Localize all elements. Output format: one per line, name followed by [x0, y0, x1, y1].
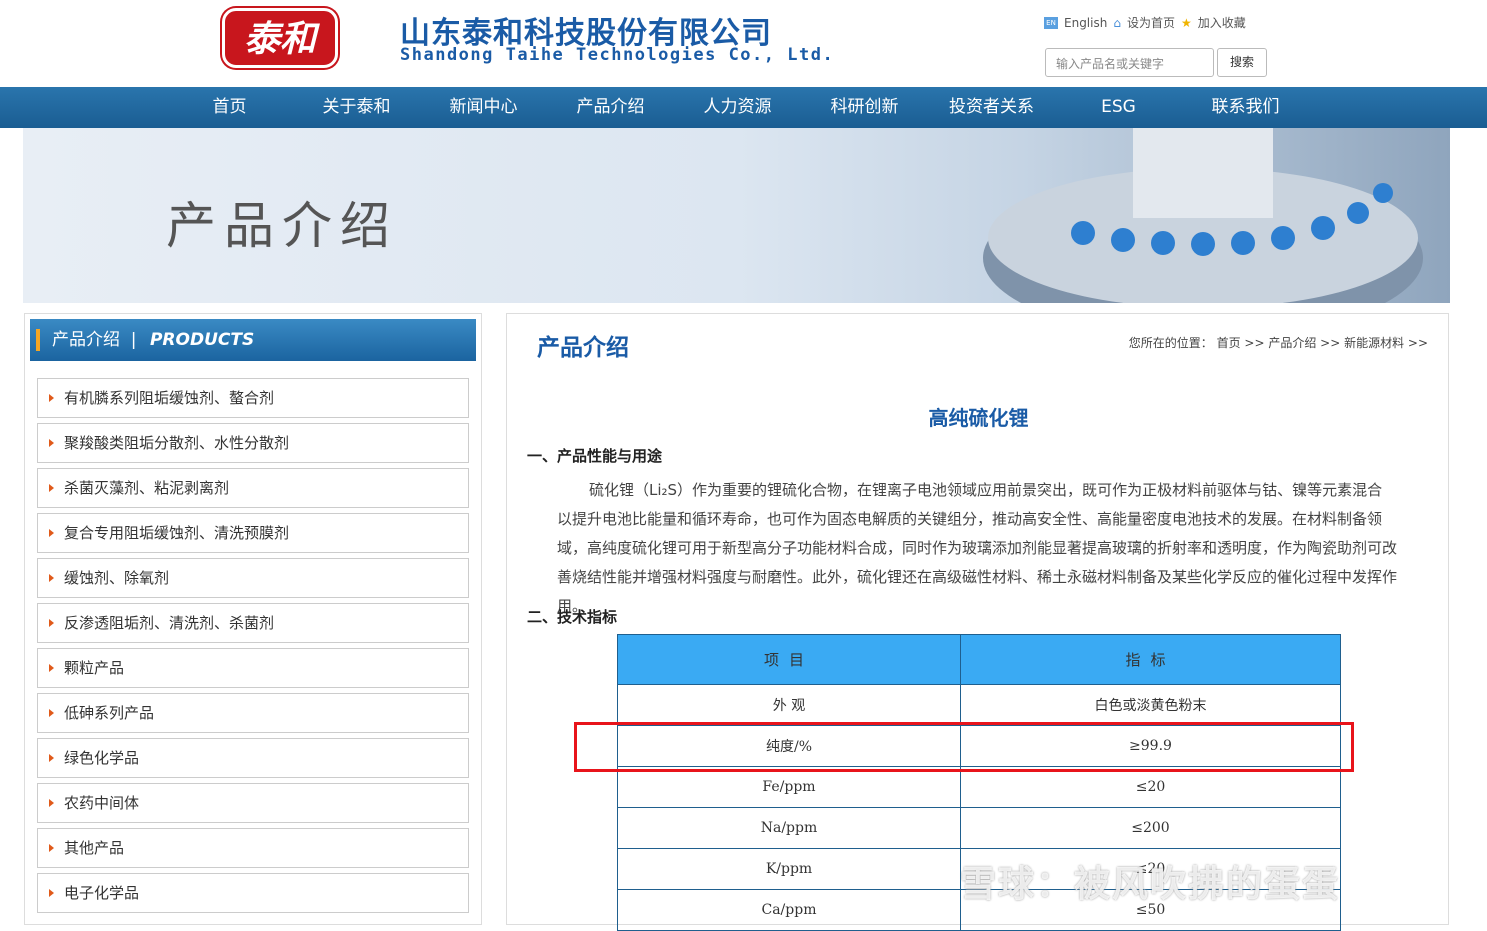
home-icon: ⌂	[1113, 15, 1121, 30]
header-spec: 指标	[960, 634, 1341, 685]
nav-contact[interactable]: 联系我们	[1182, 87, 1309, 128]
star-icon: ★	[1180, 15, 1192, 30]
main-content: 产品介绍 您所在的位置： 首页 >> 产品介绍 >> 新能源材料 >> 高纯硫化…	[506, 313, 1449, 931]
sidebar-title-en: PRODUCTS	[149, 330, 255, 350]
english-flag-icon: EN	[1044, 16, 1058, 29]
product-title: 高纯硫化锂	[928, 406, 1029, 430]
nav-home[interactable]: 首页	[166, 87, 293, 128]
main-nav: 首页 关于泰和 新闻中心 产品介绍 人力资源 科研创新 投资者关系 ESG 联系…	[0, 87, 1487, 128]
table-row: Na/ppm ≤200	[617, 807, 1341, 849]
sidebar-item[interactable]: 杀菌灭藻剂、粘泥剥离剂	[37, 468, 469, 508]
sidebar-item[interactable]: 电子化学品	[37, 873, 469, 913]
set-homepage-link[interactable]: 设为首页	[1127, 14, 1175, 31]
table-row: Fe/ppm ≤20	[617, 766, 1341, 808]
add-favorite-link[interactable]: 加入收藏	[1198, 14, 1246, 31]
search-input[interactable]: 输入产品名或关键字	[1045, 48, 1214, 77]
section-heading-usage: 一、产品性能与用途	[527, 447, 663, 465]
cell: K/ppm	[617, 848, 961, 890]
cell: Na/ppm	[617, 807, 961, 849]
table-header-row: 项目 指标	[617, 634, 1341, 685]
cell: 白色或淡黄色粉末	[960, 684, 1341, 726]
sidebar-item[interactable]: 其他产品	[37, 828, 469, 868]
highlight-annotation-box	[574, 722, 1354, 772]
cell: 外 观	[617, 684, 961, 726]
sidebar-item[interactable]: 复合专用阻垢缓蚀剂、清洗预膜剂	[37, 513, 469, 553]
lab-instrument-image	[983, 128, 1423, 303]
sidebar-item[interactable]: 缓蚀剂、除氧剂	[37, 558, 469, 598]
page-title: 产品介绍	[537, 335, 629, 361]
sidebar-item[interactable]: 有机膦系列阻垢缓蚀剂、螯合剂	[37, 378, 469, 418]
nav-about[interactable]: 关于泰和	[293, 87, 420, 128]
company-logo[interactable]: 泰和	[222, 8, 338, 68]
sidebar-item[interactable]: 颗粒产品	[37, 648, 469, 688]
section-heading-specs: 二、技术指标	[527, 608, 618, 626]
cell: ≤20	[960, 766, 1341, 808]
sidebar: 产品介绍 | PRODUCTS 有机膦系列阻垢缓蚀剂、螯合剂 聚羧酸类阻垢分散剂…	[24, 313, 482, 925]
nav-products[interactable]: 产品介绍	[547, 87, 674, 128]
nav-esg[interactable]: ESG	[1055, 87, 1182, 128]
company-name-en: Shandong Taihe Technologies Co., Ltd.	[400, 45, 835, 65]
cell: ≤200	[960, 807, 1341, 849]
cell: Fe/ppm	[617, 766, 961, 808]
english-link[interactable]: English	[1064, 16, 1107, 30]
sidebar-title: 产品介绍	[52, 330, 120, 350]
nav-news[interactable]: 新闻中心	[420, 87, 547, 128]
sidebar-item[interactable]: 绿色化学品	[37, 738, 469, 778]
sidebar-item[interactable]: 低砷系列产品	[37, 693, 469, 733]
table-row: 外 观白色或淡黄色粉末	[617, 684, 1341, 726]
sidebar-item[interactable]: 反渗透阻垢剂、清洗剂、杀菌剂	[37, 603, 469, 643]
sidebar-header: 产品介绍 | PRODUCTS	[30, 319, 476, 361]
product-description: 硫化锂（Li₂S）作为重要的锂硫化合物，在锂离子电池领域应用前景突出，既可作为正…	[557, 481, 1398, 615]
breadcrumb[interactable]: 您所在的位置： 首页 >> 产品介绍 >> 新能源材料 >>	[1129, 334, 1428, 351]
nav-research[interactable]: 科研创新	[801, 87, 928, 128]
cell: Ca/ppm	[617, 889, 961, 931]
sidebar-item[interactable]: 聚羧酸类阻垢分散剂、水性分散剂	[37, 423, 469, 463]
nav-investors[interactable]: 投资者关系	[928, 87, 1055, 128]
watermark: 雪球：被风吹拂的蛋蛋	[960, 864, 1341, 905]
banner-title: 产品介绍	[166, 197, 398, 255]
header: 泰和 山东泰和科技股份有限公司 Shandong Taihe Technolog…	[0, 0, 1487, 87]
top-links: EN English ⌂ 设为首页 ★ 加入收藏	[1044, 14, 1246, 31]
header-item: 项目	[617, 634, 961, 685]
search-button[interactable]: 搜索	[1217, 48, 1267, 77]
sidebar-item[interactable]: 农药中间体	[37, 783, 469, 823]
banner: 产品介绍	[23, 128, 1450, 303]
nav-hr[interactable]: 人力资源	[674, 87, 801, 128]
